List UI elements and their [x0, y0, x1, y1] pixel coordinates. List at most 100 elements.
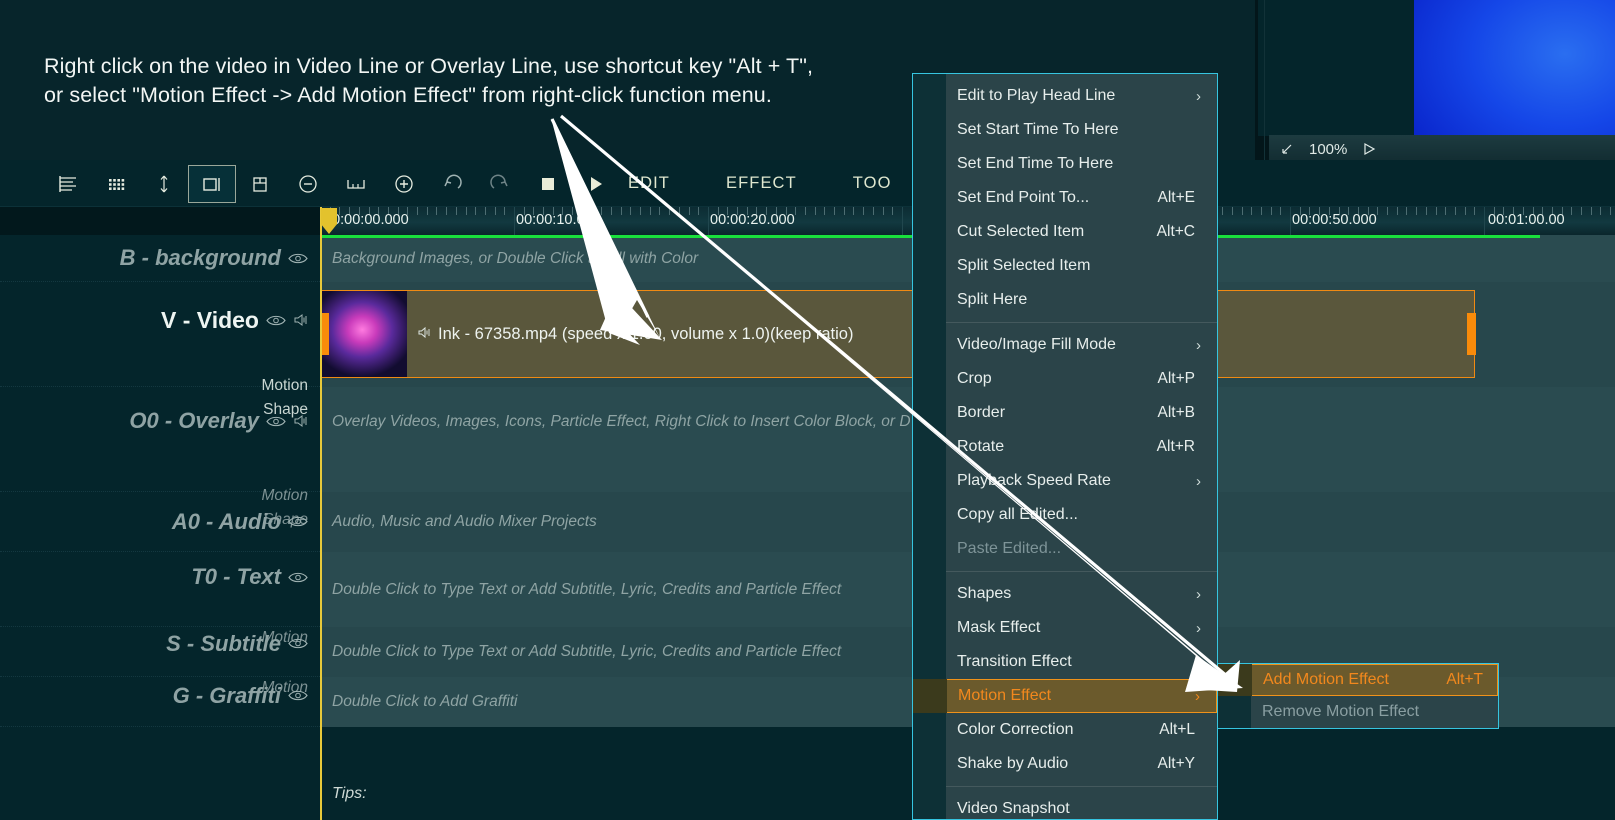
- menu-item-playback-speed-rate[interactable]: Playback Speed Rate ›: [913, 464, 1217, 498]
- menu-item-crop[interactable]: Crop Alt+P: [913, 362, 1217, 396]
- playhead-line[interactable]: [320, 207, 322, 820]
- menu-item-cut-selected-item[interactable]: Cut Selected Item Alt+C: [913, 215, 1217, 249]
- menu-item-shapes[interactable]: Shapes ›: [913, 577, 1217, 611]
- menu-item-label: Playback Speed Rate: [957, 472, 1111, 489]
- ruler-tick: [1261, 207, 1262, 215]
- tab-too[interactable]: TOO: [825, 160, 920, 207]
- chevron-right-icon: ›: [1196, 585, 1201, 603]
- eye-visibility-icon[interactable]: [288, 689, 308, 702]
- toolbar-icon-group: [44, 164, 620, 204]
- menu-item-shortcut: Alt+P: [1157, 370, 1195, 387]
- menu-item-shortcut: Alt+B: [1157, 404, 1195, 421]
- menu-item-shortcut: Alt+Y: [1157, 755, 1195, 772]
- motion-effect-submenu[interactable]: Add Motion Effect Alt+T Remove Motion Effe…: [1217, 663, 1499, 729]
- clip-label-text: Ink - 67358.mp4 (speed x 1.00, volume x …: [438, 324, 854, 343]
- clip-right-handle[interactable]: [1467, 313, 1476, 355]
- track-label-b[interactable]: B - background: [0, 235, 320, 282]
- ruler-tick: [834, 207, 835, 215]
- ruler-tick: [689, 207, 690, 215]
- ruler-tick: [824, 207, 825, 215]
- ruler-tick: [1581, 207, 1582, 215]
- ruler-icon[interactable]: [332, 165, 380, 203]
- zoom-out-icon[interactable]: [284, 165, 332, 203]
- track-label-t0[interactable]: T0 - Text: [0, 552, 320, 627]
- context-menu[interactable]: Edit to Play Head Line › Set Start Time To…: [912, 73, 1218, 820]
- clip-thumbnail: [321, 291, 407, 377]
- eye-visibility-icon[interactable]: [288, 515, 308, 528]
- track-name: B - background: [119, 245, 281, 270]
- eye-visibility-icon[interactable]: [266, 314, 286, 327]
- app-root: Right click on the video in Video Line o…: [0, 0, 1615, 820]
- video-clip[interactable]: Ink - 67358.mp4 (speed x 1.00, volume x …: [320, 290, 1475, 378]
- menu-item-shake-by-audio[interactable]: Shake by Audio Alt+Y: [913, 747, 1217, 781]
- eye-visibility-icon[interactable]: [288, 637, 308, 650]
- grid-dots-icon[interactable]: [92, 165, 140, 203]
- menu-item-shortcut: Alt+E: [1157, 189, 1195, 206]
- track-label-s[interactable]: S - Subtitle: [0, 627, 320, 677]
- speaker-mute-icon[interactable]: [293, 313, 308, 327]
- eye-visibility-icon[interactable]: [288, 571, 308, 584]
- select-rectangle-icon[interactable]: [188, 165, 236, 203]
- menu-item-copy-all-edited[interactable]: Copy all Edited...: [913, 498, 1217, 532]
- menu-item-motion-effect[interactable]: Motion Effect ›: [913, 679, 1217, 713]
- menu-item-label: Paste Edited...: [957, 540, 1062, 557]
- submenu-item-add-motion-effect[interactable]: Add Motion Effect Alt+T: [1218, 664, 1498, 696]
- track-name: V - Video: [161, 306, 259, 333]
- menu-item-set-start-time-to-here[interactable]: Set Start Time To Here: [913, 113, 1217, 147]
- stop-icon[interactable]: [524, 165, 572, 203]
- redo-icon[interactable]: [476, 165, 524, 203]
- play-triangle-icon[interactable]: [1361, 141, 1377, 157]
- zoom-in-icon[interactable]: [380, 165, 428, 203]
- eye-visibility-icon[interactable]: [266, 415, 286, 428]
- align-lines-icon[interactable]: [44, 165, 92, 203]
- menu-item-edit-to-play-head-line[interactable]: Edit to Play Head Line ›: [913, 79, 1217, 113]
- preview-zoom-bar: 100%: [1269, 135, 1615, 163]
- menu-item-label: Edit to Play Head Line: [957, 87, 1116, 104]
- menu-item-label: Transition Effect: [957, 653, 1072, 670]
- menu-item-set-end-time-to-here[interactable]: Set End Time To Here: [913, 147, 1217, 181]
- speaker-mute-icon[interactable]: [293, 414, 308, 428]
- eye-visibility-icon[interactable]: [288, 252, 308, 265]
- ruler-tick: [1387, 207, 1388, 215]
- menu-item-set-end-point-to[interactable]: Set End Point To... Alt+E: [913, 181, 1217, 215]
- menu-item-split-selected-item[interactable]: Split Selected Item: [913, 249, 1217, 283]
- submenu-item-shortcut: Alt+T: [1446, 671, 1483, 688]
- fit-to-screen-icon[interactable]: [1278, 141, 1295, 158]
- track-label-o0[interactable]: O0 - Overlay: [0, 387, 320, 492]
- menu-item-label: Video/Image Fill Mode: [957, 336, 1116, 353]
- ruler-tick: [427, 207, 428, 215]
- ruler-tick: [446, 207, 447, 215]
- menu-item-border[interactable]: Border Alt+B: [913, 396, 1217, 430]
- add-track-icon[interactable]: [236, 165, 284, 203]
- ruler-tick: [1406, 207, 1407, 215]
- menu-item-rotate[interactable]: Rotate Alt+R: [913, 430, 1217, 464]
- menu-item-transition-effect[interactable]: Transition Effect ›: [913, 645, 1217, 679]
- track-label-g[interactable]: G - Graffiti: [0, 677, 320, 727]
- menu-item-label: Rotate: [957, 438, 1005, 455]
- lane-placeholder-text: Double Click to Type Text or Add Subtitl…: [332, 580, 842, 598]
- track-name: O0 - Overlay: [129, 408, 259, 433]
- ruler-tick: [640, 207, 641, 215]
- ruler-tick: [1600, 207, 1601, 215]
- ruler-tick: [466, 207, 467, 215]
- menu-item-color-correction[interactable]: Color Correction Alt+L: [913, 713, 1217, 747]
- preview-zoom-level: 100%: [1309, 140, 1348, 158]
- track-label-v[interactable]: V - Video: [0, 282, 320, 387]
- tab-effect[interactable]: EFFECT: [698, 160, 825, 207]
- vertical-resize-icon[interactable]: [140, 165, 188, 203]
- tab-edit[interactable]: EDIT: [600, 160, 698, 207]
- ruler-tick: [601, 207, 602, 215]
- menu-item-video-snapshot[interactable]: Video Snapshot: [913, 792, 1217, 820]
- menu-item-mask-effect[interactable]: Mask Effect ›: [913, 611, 1217, 645]
- menu-item-video-image-fill-mode[interactable]: Video/Image Fill Mode ›: [913, 328, 1217, 362]
- ruler-time-label: 00:00:20.000: [710, 212, 795, 228]
- menu-item-label: Crop: [957, 370, 992, 387]
- ruler-tick: [1416, 207, 1417, 215]
- menu-item-split-here[interactable]: Split Here: [913, 283, 1217, 317]
- undo-icon[interactable]: [428, 165, 476, 203]
- ruler-tick: [863, 207, 864, 215]
- track-label-a0[interactable]: A0 - Audio: [0, 492, 320, 552]
- ruler-tick: [650, 207, 651, 215]
- ruler-tick: [1571, 207, 1572, 215]
- track-label-column: B - background V - Video Motion Shape O0 - O…: [0, 235, 320, 820]
